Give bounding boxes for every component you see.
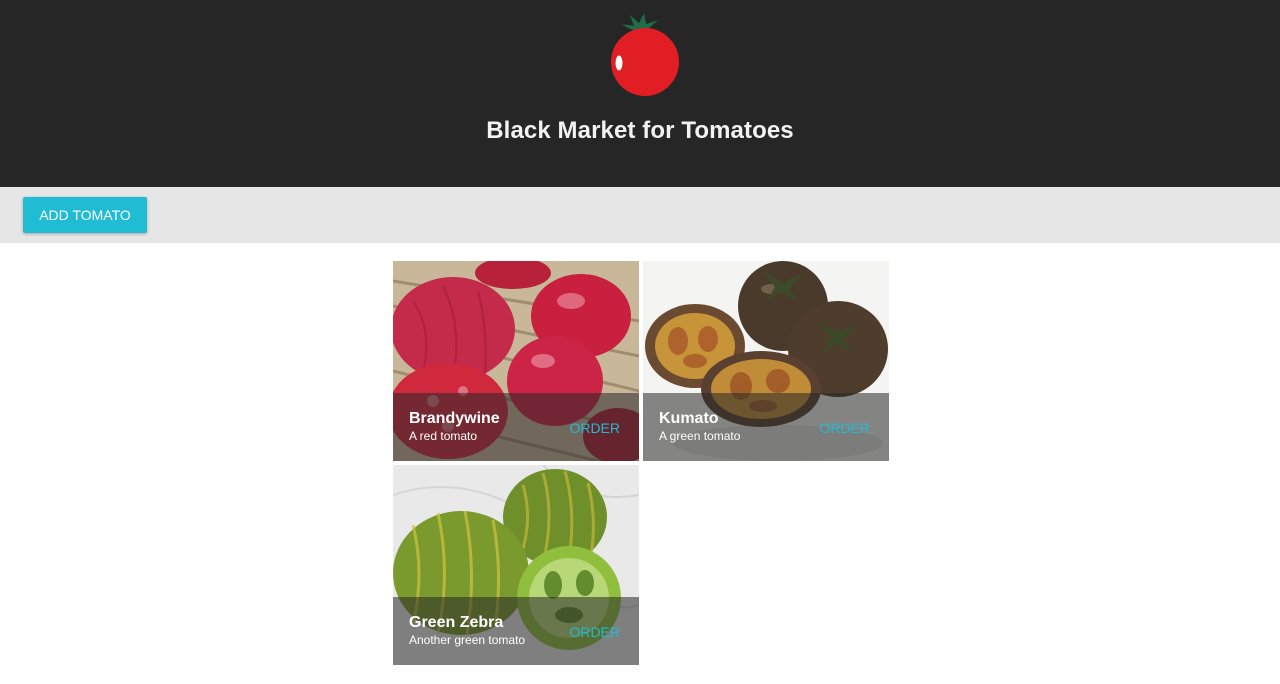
- tomato-card-green-zebra: Green Zebra Another green tomato ORDER: [393, 465, 639, 665]
- tomato-description: A red tomato: [409, 429, 478, 443]
- app-header: Black Market for Tomatoes: [0, 0, 1280, 187]
- tomato-name: Brandywine: [409, 410, 500, 427]
- tomato-card-kumato: Kumato A green tomato ORDER: [643, 261, 889, 461]
- tomato-description: A green tomato: [659, 429, 741, 443]
- tomato-card-brandywine: Brandywine A red tomato ORDER: [393, 261, 639, 461]
- card-caption: Green Zebra Another green tomato ORDER: [393, 597, 639, 665]
- site-title: Black Market for Tomatoes: [486, 117, 794, 144]
- order-button[interactable]: ORDER: [569, 624, 620, 640]
- card-caption: Kumato A green tomato ORDER: [643, 393, 889, 461]
- order-button[interactable]: ORDER: [569, 420, 620, 436]
- tomato-name: Green Zebra: [409, 614, 504, 631]
- card-caption: Brandywine A red tomato ORDER: [393, 393, 639, 461]
- add-tomato-button[interactable]: ADD TOMATO: [23, 197, 147, 233]
- tomato-name: Kumato: [659, 410, 719, 427]
- tomato-logo-icon: [611, 13, 679, 96]
- toolbar: ADD TOMATO: [0, 187, 1280, 243]
- tomato-description: Another green tomato: [409, 633, 526, 647]
- order-button[interactable]: ORDER: [819, 420, 870, 436]
